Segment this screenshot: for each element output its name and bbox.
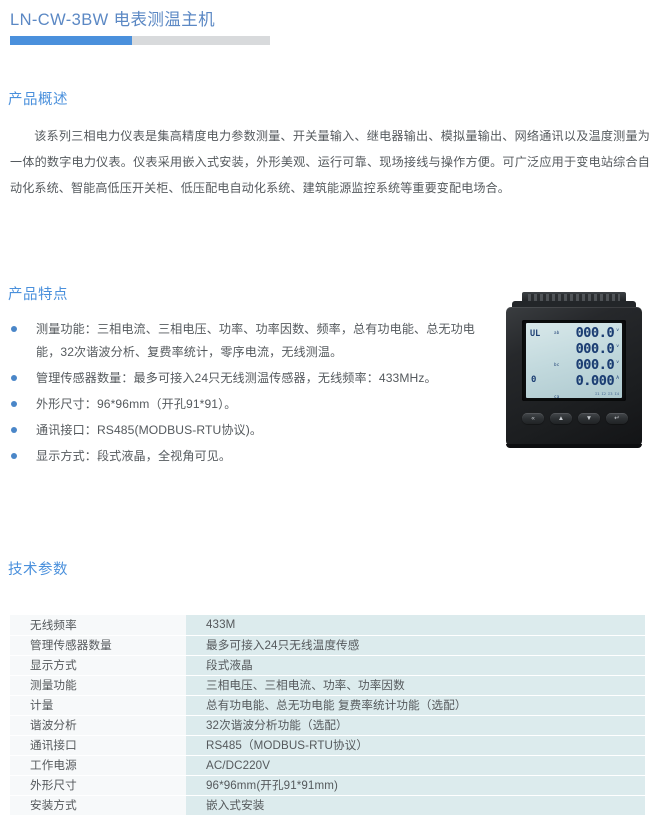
lcd-row-unit: v <box>616 360 619 365</box>
section-heading-features: 产品特点 <box>8 287 68 303</box>
spec-value: 总有功电能、总无功电能 复费率统计功能（选配） <box>186 695 645 716</box>
feature-text: 管理传感器数量：最多可接入24只无线测温传感器，无线频率：433MHz。 <box>36 370 437 385</box>
lcd-row: ca 000.0 v <box>526 356 619 398</box>
spec-label: 管理传感器数量 <box>10 635 186 656</box>
product-photo: UL ab 000.0 v bc 000.0 v ca 000.0 v 0 0.… <box>500 292 650 460</box>
bullet-icon <box>11 426 17 433</box>
list-item: 外形尺寸：96*96mm（开孔91*91）。 <box>8 393 478 416</box>
lcd-row-unit: v <box>616 344 619 349</box>
lcd-row-digits: 000.0 <box>575 324 615 341</box>
spec-label: 外形尺寸 <box>10 775 186 796</box>
list-item: 测量功能：三相电流、三相电压、功率、功率因数、频率，总有功电能、总无功电能，32… <box>8 318 478 363</box>
lcd-row-digits: 000.0 <box>575 340 615 357</box>
table-row: 谐波分析 32次谐波分析功能（选配） <box>10 715 645 736</box>
spec-label: 谐波分析 <box>10 715 186 736</box>
spec-label: 计量 <box>10 695 186 716</box>
list-item: 管理传感器数量：最多可接入24只无线测温传感器，无线频率：433MHz。 <box>8 367 478 390</box>
terminal-screw-row <box>528 294 620 301</box>
features-list: 测量功能：三相电流、三相电压、功率、功率因数、频率，总有功电能、总无功电能，32… <box>8 318 478 471</box>
spec-value: 嵌入式安装 <box>186 795 645 816</box>
meter-housing: UL ab 000.0 v bc 000.0 v ca 000.0 v 0 0.… <box>506 307 642 446</box>
bullet-icon <box>11 452 17 459</box>
spec-label: 安装方式 <box>10 795 186 816</box>
enter-button[interactable]: ↵ <box>606 413 628 424</box>
lcd-row-tag: ca <box>554 394 560 398</box>
page-title: LN-CW-3BW 电表测温主机 <box>10 11 216 29</box>
table-row: 显示方式 段式液晶 <box>10 655 645 676</box>
spec-value: AC/DC220V <box>186 755 645 776</box>
table-row: 外形尺寸 96*96mm(开孔91*91mm) <box>10 775 645 796</box>
spec-value: 433M <box>186 615 645 636</box>
up-button[interactable]: ▲ <box>550 413 572 424</box>
title-divider-fill <box>10 36 132 45</box>
table-row: 无线频率 433M <box>10 615 645 636</box>
lcd-row-unit: A <box>616 376 619 381</box>
lcd-row-digits: 000.0 <box>575 356 615 373</box>
lcd-row-tag: ab <box>554 330 560 335</box>
spec-table-body: 无线频率 433M 管理传感器数量 最多可接入24只无线温度传感 显示方式 段式… <box>10 615 645 816</box>
table-row: 计量 总有功电能、总无功电能 复费率统计功能（选配） <box>10 695 645 716</box>
feature-text: 通讯接口：RS485(MODBUS-RTU协议)。 <box>36 422 263 437</box>
lcd-display: UL ab 000.0 v bc 000.0 v ca 000.0 v 0 0.… <box>526 323 622 398</box>
meter-button-row: « ▲ ▼ ↵ <box>522 413 628 424</box>
title-divider-bar <box>10 36 270 45</box>
spec-label: 测量功能 <box>10 675 186 696</box>
lcd-footer-marks: Σ1 Σ2 Σ3 Σ4 <box>595 392 619 396</box>
feature-text: 测量功能：三相电流、三相电压、功率、功率因数、频率，总有功电能、总无功电能，32… <box>36 322 475 359</box>
spec-table: 无线频率 433M 管理传感器数量 最多可接入24只无线温度传感 显示方式 段式… <box>10 615 645 816</box>
lcd-row-unit: v <box>616 328 619 333</box>
spec-value: 96*96mm(开孔91*91mm) <box>186 775 645 796</box>
table-row: 工作电源 AC/DC220V <box>10 755 645 776</box>
spec-value: 三相电压、三相电流、功率、功率因数 <box>186 675 645 696</box>
section-heading-specs: 技术参数 <box>8 562 68 578</box>
meter-screen-bezel: UL ab 000.0 v bc 000.0 v ca 000.0 v 0 0.… <box>522 320 626 401</box>
table-row: 测量功能 三相电压、三相电流、功率、功率因数 <box>10 675 645 696</box>
spec-value: 32次谐波分析功能（选配） <box>186 715 645 736</box>
section-heading-overview: 产品概述 <box>8 92 68 108</box>
spec-label: 无线频率 <box>10 615 186 636</box>
lcd-row: 0.000 A <box>526 374 619 389</box>
bullet-icon <box>11 374 17 381</box>
down-button[interactable]: ▼ <box>578 413 600 424</box>
feature-text: 显示方式：段式液晶，全视角可见。 <box>36 448 232 463</box>
bullet-icon <box>11 400 17 407</box>
lcd-row: bc 000.0 v <box>526 340 619 367</box>
table-row: 管理传感器数量 最多可接入24只无线温度传感 <box>10 635 645 656</box>
table-row: 安装方式 嵌入式安装 <box>10 795 645 816</box>
back-button[interactable]: « <box>522 413 544 424</box>
overview-paragraph: 该系列三相电力仪表是集高精度电力参数测量、开关量输入、继电器输出、模拟量输出、网… <box>10 129 650 195</box>
spec-value: 段式液晶 <box>186 655 645 676</box>
spec-label: 工作电源 <box>10 755 186 776</box>
feature-text: 外形尺寸：96*96mm（开孔91*91）。 <box>36 396 237 411</box>
list-item: 显示方式：段式液晶，全视角可见。 <box>8 445 478 468</box>
spec-value: 最多可接入24只无线温度传感 <box>186 635 645 656</box>
spec-value: RS485（MODBUS-RTU协议） <box>186 735 645 756</box>
spec-label: 通讯接口 <box>10 735 186 756</box>
lcd-row: ab 000.0 v <box>526 326 619 341</box>
lcd-row-digits: 0.000 <box>575 372 615 389</box>
meter-base-edge <box>506 444 642 448</box>
table-row: 通讯接口 RS485（MODBUS-RTU协议） <box>10 735 645 756</box>
bullet-icon <box>11 326 17 332</box>
list-item: 通讯接口：RS485(MODBUS-RTU协议)。 <box>8 419 478 442</box>
spec-label: 显示方式 <box>10 655 186 676</box>
